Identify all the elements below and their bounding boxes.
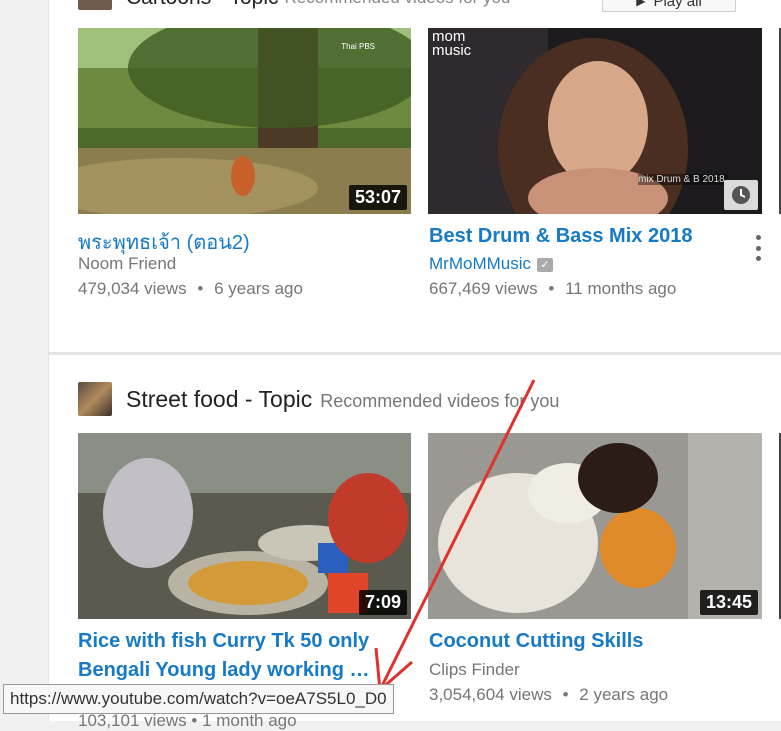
- play-all-button[interactable]: ▶ Play all: [602, 0, 736, 12]
- video-duration: 13:45: [699, 590, 758, 615]
- section-subtitle: Recommended videos for you: [320, 390, 560, 411]
- channel-avatar[interactable]: [78, 0, 112, 10]
- upload-age: 2 years ago: [579, 685, 669, 704]
- left-gutter: [0, 0, 48, 721]
- video-title-line2[interactable]: Bengali Young lady working …: [78, 659, 370, 682]
- overlay-text: mix Drum & B 2018: [638, 174, 728, 185]
- section-title[interactable]: Cartoons - Topic: [126, 0, 279, 10]
- view-count: 3,054,604 views: [429, 685, 552, 704]
- video-thumbnail[interactable]: mom music mix Drum & B 2018: [428, 28, 762, 214]
- video-thumbnail[interactable]: Thai PBS 53:07: [78, 28, 411, 214]
- status-url: https://www.youtube.com/watch?v=oeA7S5L0…: [10, 689, 387, 708]
- status-url-tooltip: https://www.youtube.com/watch?v=oeA7S5L0…: [3, 684, 394, 714]
- section-title[interactable]: Street food - Topic: [126, 386, 312, 413]
- channel-logo: mom music: [432, 28, 472, 59]
- channel-watermark: Thai PBS: [341, 42, 375, 51]
- section-divider: [48, 352, 781, 355]
- video-channel[interactable]: MrMoMMusic ✓: [429, 254, 553, 274]
- channel-name[interactable]: MrMoMMusic: [429, 254, 531, 273]
- video-title[interactable]: Coconut Cutting Skills: [429, 630, 643, 653]
- section-subtitle: Recommended videos for you: [285, 0, 511, 8]
- watch-later-icon: [732, 186, 750, 204]
- street-section-header: Street food - Topic Recommended videos f…: [78, 381, 559, 417]
- video-channel[interactable]: Noom Friend: [78, 254, 176, 274]
- video-channel[interactable]: Clips Finder: [429, 660, 520, 680]
- video-thumbnail[interactable]: 13:45: [428, 433, 762, 619]
- meta-separator: •: [562, 685, 569, 704]
- top-section-header: Cartoons - Topic Recommended videos for …: [78, 0, 510, 10]
- meta-separator: •: [197, 279, 204, 298]
- video-meta: 479,034 views • 6 years ago: [78, 279, 303, 299]
- verified-icon: ✓: [537, 257, 553, 272]
- video-title[interactable]: Best Drum & Bass Mix 2018: [429, 225, 692, 248]
- upload-age: 11 months ago: [565, 279, 677, 298]
- play-all-icon: ▶: [636, 0, 646, 8]
- video-duration: 7:09: [358, 590, 407, 615]
- watch-later-button[interactable]: [724, 180, 758, 210]
- play-all-label: Play all: [653, 0, 702, 10]
- channel-avatar[interactable]: [78, 382, 112, 416]
- view-count: 667,469 views: [429, 279, 538, 298]
- video-duration: 53:07: [348, 185, 407, 210]
- video-meta: 667,469 views • 11 months ago: [429, 279, 676, 299]
- meta-separator: •: [548, 279, 555, 298]
- video-meta: 3,054,604 views • 2 years ago: [429, 685, 668, 705]
- video-meta: 103,101 views • 1 month ago: [78, 711, 297, 730]
- video-thumbnail[interactable]: 7:09: [78, 433, 411, 619]
- more-vert-icon[interactable]: [754, 235, 762, 261]
- view-count: 479,034 views: [78, 279, 187, 298]
- video-title-line1[interactable]: Rice with fish Curry Tk 50 only: [78, 630, 369, 653]
- upload-age: 6 years ago: [214, 279, 303, 298]
